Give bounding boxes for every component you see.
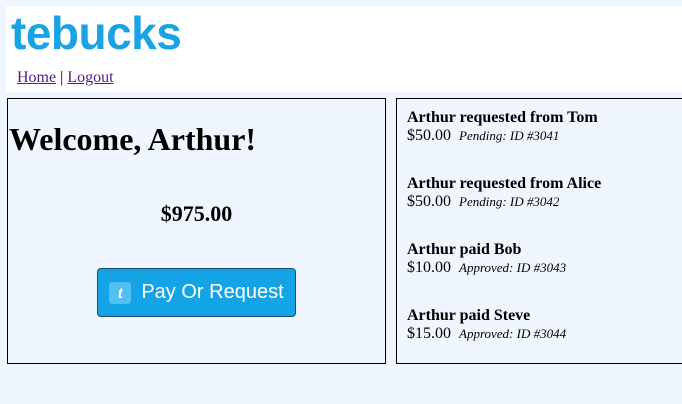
transfer-title: Arthur requested from Tom [407, 109, 598, 126]
account-balance: $975.00 [160, 201, 233, 226]
nav-bar: Home | Logout [17, 68, 114, 88]
transfer-item[interactable]: Arthur requested from Tom $50.00 Pending:… [407, 108, 677, 145]
transfer-amount: $50.00 [407, 127, 451, 144]
tebucks-t-icon: t [109, 281, 132, 304]
account-panel: Welcome, Arthur! $975.00 t Pay Or Reques… [7, 98, 386, 364]
transfer-title: Arthur paid Bob [407, 241, 522, 258]
transfer-status: Pending: ID #3042 [459, 194, 560, 209]
home-link[interactable]: Home [17, 69, 56, 86]
transfer-status: Approved: ID #3043 [459, 260, 567, 275]
transfer-item[interactable]: Arthur paid Steve $15.00 Approved: ID #30… [407, 306, 677, 343]
pay-or-request-label: Pay Or Request [141, 281, 284, 303]
transfer-status: Pending: ID #3041 [459, 128, 560, 143]
header: tebucks Home | Logout [6, 6, 682, 92]
transfer-amount: $50.00 [407, 193, 451, 210]
transfer-list: Arthur requested from Tom $50.00 Pending:… [396, 98, 682, 364]
nav-separator: | [60, 69, 64, 86]
welcome-heading: Welcome, Arthur! [9, 121, 257, 157]
transfer-title: Arthur requested from Alice [407, 175, 602, 192]
transfer-amount: $15.00 [407, 325, 451, 342]
transfer-item[interactable]: Arthur requested from Alice $50.00 Pendin… [407, 174, 677, 211]
transfer-item[interactable]: Arthur paid Bob $10.00 Approved: ID #3043 [407, 240, 677, 277]
transfer-title: Arthur paid Steve [407, 307, 531, 324]
pay-or-request-button[interactable]: t Pay Or Request [97, 268, 296, 317]
transfer-amount: $10.00 [407, 259, 451, 276]
transfer-status: Approved: ID #3044 [459, 326, 567, 341]
logout-link[interactable]: Logout [67, 69, 113, 86]
app-logo: tebucks [11, 7, 182, 59]
